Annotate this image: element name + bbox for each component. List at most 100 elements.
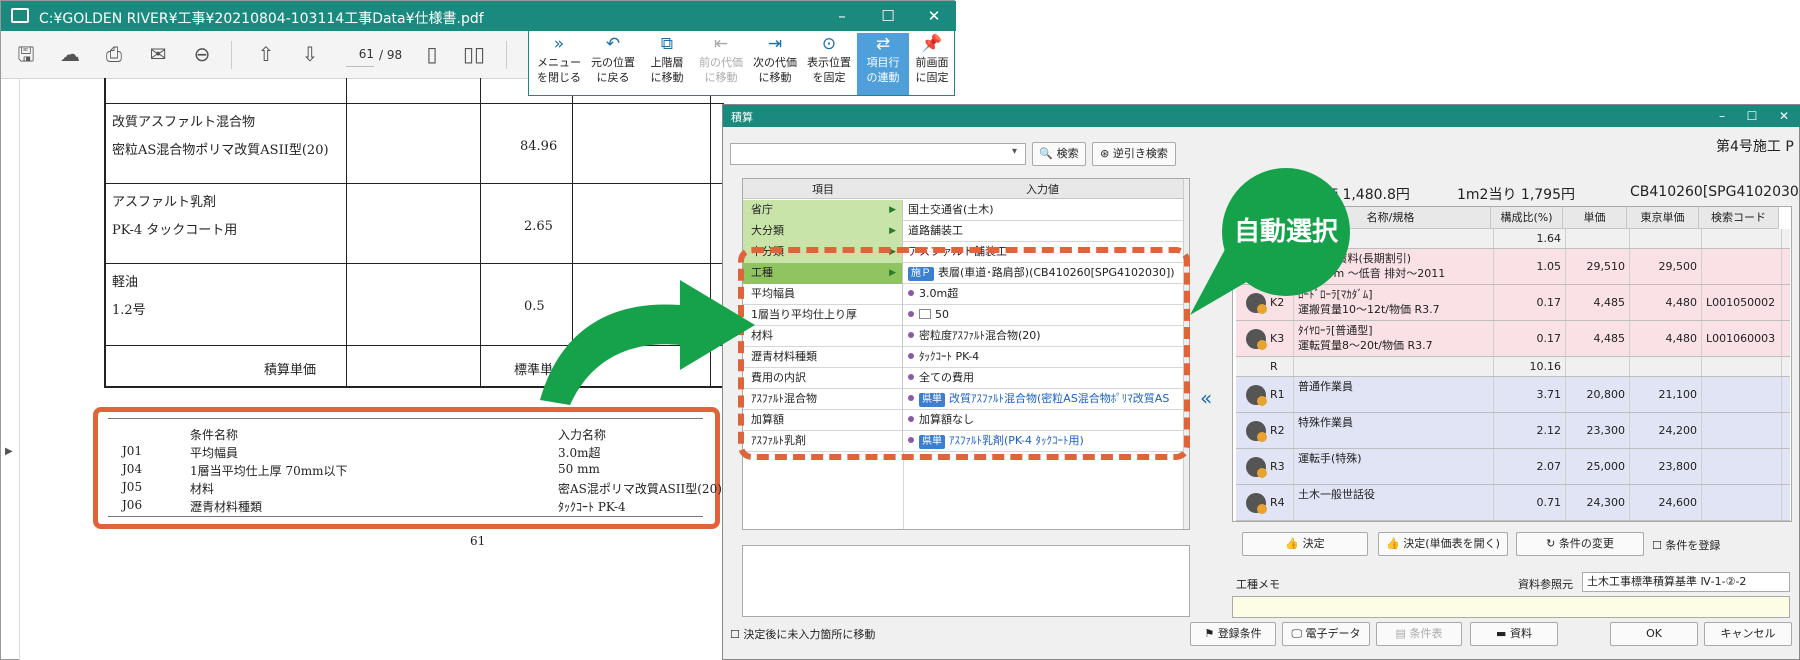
lock-view-button[interactable]: ⊙ 表示位置 を固定 bbox=[803, 33, 855, 95]
maximize-icon[interactable]: ☐ bbox=[877, 5, 899, 27]
cond-code: J06 bbox=[122, 498, 143, 512]
cond-table-label: 条件表 bbox=[1409, 627, 1443, 640]
row-name: 運転手(特殊) bbox=[1294, 449, 1494, 484]
print-icon[interactable]: ⎙ bbox=[101, 41, 127, 67]
ribbon-label: の連動 bbox=[866, 71, 900, 84]
row-code-text: K3 bbox=[1270, 332, 1285, 345]
work-code: CB410260[SPG4102030 bbox=[1630, 184, 1799, 200]
table-row[interactable]: R 10.16 bbox=[1236, 357, 1790, 377]
search-button[interactable]: 🔍 検索 bbox=[1032, 142, 1086, 166]
search-combo[interactable] bbox=[730, 143, 1026, 165]
pdf-row-spec: 密粒AS混合物ポリマ改質ASII型(20) bbox=[112, 143, 329, 158]
row-price: 24,300 bbox=[1566, 485, 1630, 520]
row-code: R2 bbox=[1236, 413, 1294, 448]
change-condition-button[interactable]: ↻ 条件の変更 bbox=[1516, 532, 1644, 556]
cond-code: J05 bbox=[122, 480, 143, 494]
table-row[interactable]: K2 ﾛｰﾄﾞﾛｰﾗ[ﾏｶﾀﾞﾑ] 運搬質量10～12t/物価 R3.7 0.17… bbox=[1236, 285, 1790, 321]
two-page-icon[interactable]: ▯▯ bbox=[461, 41, 487, 67]
page-number-input[interactable]: 61 bbox=[346, 47, 374, 67]
collapse-double-chevron-icon[interactable]: « bbox=[1200, 386, 1212, 410]
cond-input: 密AS混ポリマ改質ASII型(20) bbox=[558, 482, 722, 496]
decide-open-label: 決定(単価表を開く) bbox=[1403, 537, 1500, 550]
table-row[interactable]: R2 特殊作業員 2.12 23,300 24,200 bbox=[1236, 413, 1790, 449]
ribbon-menu: » メニュー を閉じる ↶ 元の位置 に戻る ⧉ 上階層 に移動 ⇤ 前の代価 … bbox=[528, 30, 955, 96]
grid-row[interactable]: 大分類 ▶ 道路舗装工 bbox=[743, 221, 1183, 242]
registered-conditions-button[interactable]: ⚑ 登録条件 bbox=[1190, 622, 1276, 646]
page-up-icon[interactable]: ⇧ bbox=[253, 41, 279, 67]
grid-row[interactable]: 省庁 ▶ 国土交通省(土木) bbox=[743, 200, 1183, 221]
worker-icon bbox=[1246, 421, 1267, 442]
return-position-button[interactable]: ↶ 元の位置 に戻る bbox=[587, 33, 639, 95]
toolbar-divider bbox=[231, 41, 232, 69]
reverse-search-button[interactable]: ⊛ 逆引き検索 bbox=[1092, 142, 1176, 166]
decide-open-button[interactable]: 👍 決定(単価表を開く) bbox=[1378, 532, 1508, 556]
decide-button[interactable]: 👍 決定 bbox=[1242, 532, 1368, 556]
reference-field[interactable]: 土木工事標準積算基準 Ⅳ-1-②-2 bbox=[1582, 572, 1790, 592]
reg-cond-label: 登録条件 bbox=[1217, 627, 1262, 640]
grid-label: 省庁 ▶ bbox=[743, 200, 903, 221]
pdf-window-title: C:¥GOLDEN RIVER¥工事¥20210804-103114工事Data… bbox=[39, 11, 484, 27]
prev-alt-icon: ⇤ bbox=[713, 34, 729, 54]
cancel-button[interactable]: キャンセル bbox=[1704, 622, 1792, 646]
notes-area[interactable] bbox=[742, 545, 1190, 617]
upper-level-button[interactable]: ⧉ 上階層 に移動 bbox=[641, 33, 693, 95]
pin-front-button[interactable]: 📌 前画面 に固定 bbox=[911, 33, 953, 95]
worker-icon bbox=[1246, 457, 1267, 478]
row-code-text: R1 bbox=[1270, 388, 1285, 401]
row-ratio: 1.05 bbox=[1494, 249, 1566, 284]
side-panel-toggle-icon[interactable]: ▶ bbox=[5, 446, 13, 457]
row-code-text: R4 bbox=[1270, 496, 1285, 509]
sync-icon: ⇄ bbox=[875, 34, 891, 54]
row-name: 土木一般世話役 bbox=[1294, 485, 1494, 520]
row-code-text: K2 bbox=[1270, 296, 1285, 309]
row-name-2: 運搬質量10～12t/物価 R3.7 bbox=[1298, 303, 1440, 316]
ribbon-label: 上階層 bbox=[650, 56, 684, 69]
next-alt-button[interactable]: ⇥ 次の代価 に移動 bbox=[749, 33, 801, 95]
triangle-right-icon: ▶ bbox=[889, 205, 896, 215]
row-name: 特殊作業員 bbox=[1294, 413, 1494, 448]
row-ratio: 3.71 bbox=[1494, 377, 1566, 412]
chevron-down-icon[interactable]: ▾ bbox=[1012, 146, 1017, 157]
ok-button[interactable]: OK bbox=[1610, 622, 1698, 646]
row-search bbox=[1702, 485, 1782, 520]
zoom-icon[interactable]: ⊖ bbox=[189, 41, 215, 67]
move-unentered-checkbox[interactable]: ☐ 決定後に未入力箇所に移動 bbox=[730, 626, 875, 642]
maximize-icon[interactable]: ☐ bbox=[1743, 107, 1761, 125]
row-name: ﾀｲﾔﾛｰﾗ[普通型] 運転質量8～20t/物価 R3.7 bbox=[1294, 321, 1494, 356]
upload-icon[interactable]: ☁ bbox=[57, 41, 83, 67]
pdf-row-name: アスファルト乳剤 bbox=[112, 195, 217, 210]
row-tokyo bbox=[1630, 229, 1702, 248]
grid-header-value: 入力値 bbox=[1026, 183, 1059, 196]
document-icon: ▬ bbox=[1496, 627, 1507, 640]
close-menu-button[interactable]: » メニュー を閉じる bbox=[533, 33, 585, 95]
close-icon[interactable]: ✕ bbox=[923, 5, 945, 27]
ribbon-label: に移動 bbox=[704, 71, 738, 84]
page-down-icon[interactable]: ⇩ bbox=[297, 41, 323, 67]
sync-row-button[interactable]: ⇄ 項目行 の連動 bbox=[857, 33, 909, 95]
table-row[interactable]: R1 普通作業員 3.71 20,800 21,100 bbox=[1236, 377, 1790, 413]
table-row[interactable]: R4 土木一般世話役 0.71 24,300 24,600 bbox=[1236, 485, 1790, 521]
close-icon[interactable]: ✕ bbox=[1775, 107, 1793, 125]
save-icon[interactable]: 🖫 bbox=[13, 41, 39, 67]
row-price bbox=[1566, 229, 1630, 248]
memo-field[interactable] bbox=[1232, 596, 1790, 618]
cond-code: J04 bbox=[122, 462, 143, 476]
material-button[interactable]: ▬ 資料 bbox=[1470, 622, 1558, 646]
condition-table-button[interactable]: ▤ 条件表 bbox=[1376, 622, 1462, 646]
row-ratio: 2.12 bbox=[1494, 413, 1566, 448]
row-code-text: R2 bbox=[1270, 424, 1285, 437]
electronic-data-button[interactable]: 🖵 電子データ bbox=[1282, 622, 1370, 646]
prev-alt-button[interactable]: ⇤ 前の代価 に移動 bbox=[695, 33, 747, 95]
cond-name: 瀝青材料種類 bbox=[190, 500, 263, 514]
minimize-icon[interactable]: – bbox=[1713, 107, 1731, 125]
ribbon-label: に移動 bbox=[650, 71, 684, 84]
cond-input: 50 mm bbox=[558, 462, 600, 476]
register-condition-checkbox[interactable]: ☐ 条件を登録 bbox=[1652, 537, 1720, 553]
table-row[interactable]: K3 ﾀｲﾔﾛｰﾗ[普通型] 運転質量8～20t/物価 R3.7 0.17 4,4… bbox=[1236, 321, 1790, 357]
undo-icon: ↶ bbox=[605, 34, 621, 54]
single-page-icon[interactable]: ▯ bbox=[419, 41, 445, 67]
table-row[interactable]: R3 運転手(特殊) 2.07 25,000 23,800 bbox=[1236, 449, 1790, 485]
worker-icon bbox=[1246, 493, 1267, 514]
mail-icon[interactable]: ✉ bbox=[145, 41, 171, 67]
minimize-icon[interactable]: – bbox=[831, 5, 853, 27]
